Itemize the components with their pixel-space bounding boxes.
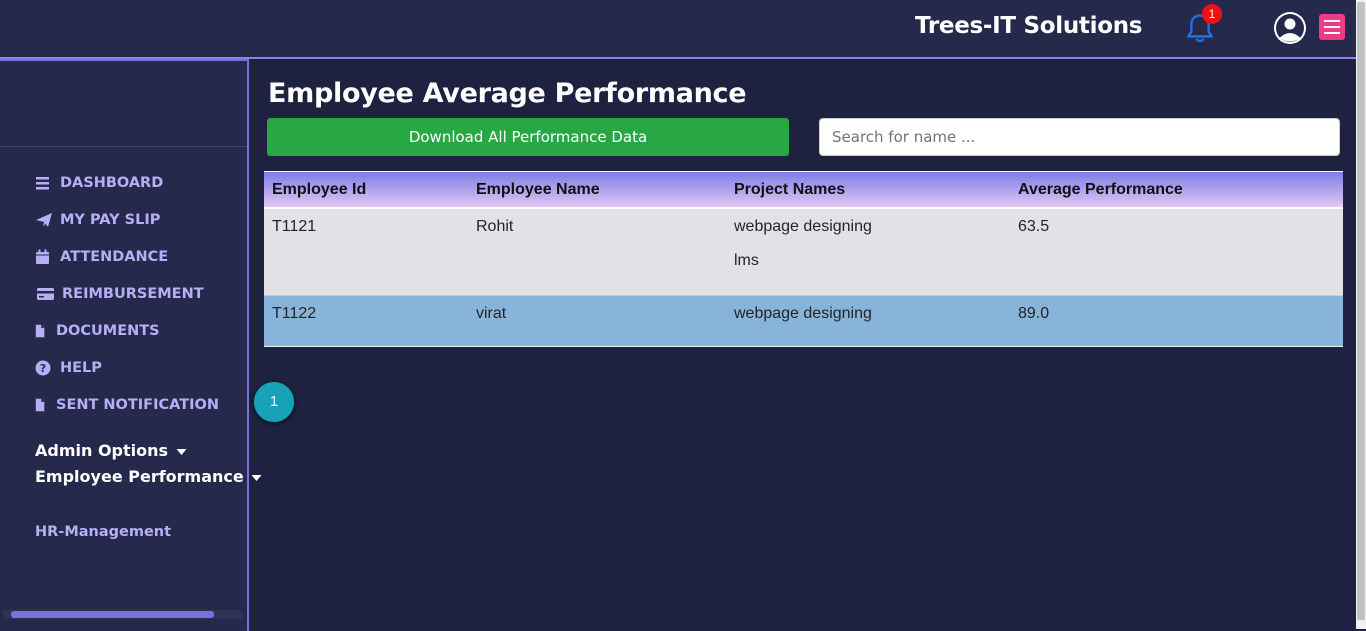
project-name: lms — [734, 252, 759, 269]
sidebar-item-label: REIMBURSEMENT — [62, 286, 204, 302]
sidebar-item-label: ATTENDANCE — [60, 249, 169, 265]
project-names-cell: webpage designing lms — [734, 218, 872, 278]
column-header: Project Names — [734, 181, 846, 198]
page-title: Employee Average Performance — [268, 78, 747, 109]
column-header: Employee Id — [272, 181, 367, 198]
top-navbar: Trees-IT Solutions — [0, 0, 1356, 59]
sidebar-item-reimbursement[interactable]: REIMBURSEMENT — [35, 283, 204, 305]
caret-down-icon — [176, 449, 187, 455]
paper-plane-icon — [36, 213, 52, 227]
search-input[interactable] — [819, 118, 1340, 156]
menu-toggle-button[interactable] — [1319, 14, 1345, 40]
sidebar-item-help[interactable]: ? HELP — [35, 357, 102, 379]
page-vertical-scrollbar[interactable] — [1356, 0, 1366, 629]
sidebar-item-my-pay-slip[interactable]: MY PAY SLIP — [35, 209, 160, 231]
brand-title: Trees-IT Solutions — [915, 13, 1143, 39]
scrollbar-thumb[interactable] — [11, 611, 214, 618]
employee-name-cell: Rohit — [476, 218, 514, 235]
employee-id-cell: T1121 — [272, 218, 317, 235]
admin-options-label: Admin Options — [35, 441, 169, 460]
average-performance-cell: 89.0 — [1018, 305, 1050, 322]
employee-name-cell: virat — [476, 305, 507, 322]
project-names-cell: webpage designing — [734, 305, 872, 322]
notification-badge: 1 — [1202, 4, 1222, 24]
sidebar-horizontal-scrollbar[interactable] — [3, 610, 243, 619]
hamburger-line — [1324, 20, 1340, 22]
sidebar-item-label: DASHBOARD — [60, 175, 164, 191]
caret-down-icon — [251, 475, 262, 481]
sidebar-item-label: SENT NOTIFICATION — [56, 397, 219, 413]
employee-id-cell: T1122 — [272, 305, 317, 322]
table-row: T1122 virat webpage designing 89.0 — [264, 296, 1343, 347]
calendar-icon — [36, 249, 49, 264]
employee-performance-dropdown[interactable]: Employee Performance — [35, 467, 262, 486]
sidebar-divider — [0, 146, 247, 147]
sidebar-item-attendance[interactable]: ATTENDANCE — [35, 246, 168, 268]
average-performance-cell: 63.5 — [1018, 218, 1050, 235]
sidebar-item-label: DOCUMENTS — [56, 323, 160, 339]
project-name: webpage designing — [734, 218, 872, 235]
column-header: Average Performance — [1018, 181, 1183, 198]
svg-text:?: ? — [40, 362, 46, 375]
sidebar-item-documents[interactable]: DOCUMENTS — [35, 320, 160, 342]
table-row: T1121 Rohit webpage designing lms 63.5 — [264, 209, 1343, 296]
user-avatar-icon[interactable] — [1273, 11, 1307, 45]
hamburger-line — [1324, 26, 1340, 28]
sidebar-item-label: HELP — [60, 360, 102, 376]
file-icon — [35, 324, 45, 338]
admin-options-dropdown[interactable]: Admin Options — [35, 441, 187, 460]
table-header: Employee Id Employee Name Project Names … — [264, 171, 1343, 209]
hamburger-line — [1324, 32, 1340, 34]
sidebar-item-label: MY PAY SLIP — [60, 212, 161, 228]
employee-performance-label: Employee Performance — [35, 467, 244, 486]
performance-table: Employee Id Employee Name Project Names … — [264, 171, 1343, 347]
hr-management-link[interactable]: HR-Management — [35, 524, 171, 540]
sidebar-item-dashboard[interactable]: DASHBOARD — [35, 172, 163, 194]
credit-card-icon — [37, 288, 54, 300]
bars-icon — [36, 177, 49, 190]
column-header: Employee Name — [476, 181, 600, 198]
sidebar: DASHBOARD MY PAY SLIP ATTENDANCE REIMBUR… — [0, 59, 262, 631]
question-circle-icon: ? — [35, 360, 51, 376]
pagination-page-button[interactable]: 1 — [253, 381, 295, 423]
sidebar-item-sent-notification[interactable]: SENT NOTIFICATION — [35, 394, 219, 416]
download-performance-button[interactable]: Download All Performance Data — [267, 118, 789, 156]
file-icon — [35, 398, 45, 412]
scrollbar-thumb[interactable] — [1357, 2, 1365, 620]
